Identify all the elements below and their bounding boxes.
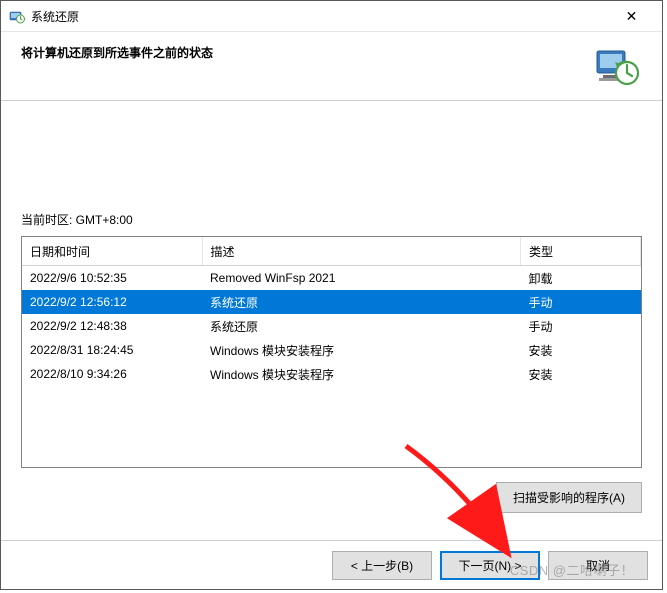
page-heading: 将计算机还原到所选事件之前的状态 — [21, 42, 213, 61]
col-date[interactable]: 日期和时间 — [22, 237, 202, 266]
cell-type: 手动 — [521, 314, 641, 338]
header-area: 将计算机还原到所选事件之前的状态 — [1, 32, 662, 101]
table-row[interactable]: 2022/9/6 10:52:35Removed WinFsp 2021卸载 — [22, 266, 641, 291]
next-label: 下一页(N) > — [458, 557, 521, 574]
cell-type: 安装 — [521, 338, 641, 362]
cell-type: 安装 — [521, 362, 641, 386]
cell-desc: 系统还原 — [202, 314, 521, 338]
window-title: 系统还原 — [31, 8, 79, 25]
close-icon: ✕ — [626, 8, 638, 25]
cell-date: 2022/8/31 18:24:45 — [22, 338, 202, 362]
cancel-label: 取消 — [586, 557, 610, 574]
table-row[interactable]: 2022/9/2 12:48:38系统还原手动 — [22, 314, 641, 338]
system-restore-window: 系统还原 ✕ 将计算机还原到所选事件之前的状态 当前时区: GMT+8:00 — [0, 0, 663, 590]
table-row[interactable]: 2022/8/31 18:24:45Windows 模块安装程序安装 — [22, 338, 641, 362]
cell-date: 2022/9/6 10:52:35 — [22, 266, 202, 291]
cell-date: 2022/8/10 9:34:26 — [22, 362, 202, 386]
cell-desc: Windows 模块安装程序 — [202, 338, 521, 362]
next-button[interactable]: 下一页(N) > — [440, 551, 540, 580]
table-header: 日期和时间 描述 类型 — [22, 237, 641, 266]
restore-large-icon — [592, 42, 642, 92]
restore-points-table[interactable]: 日期和时间 描述 类型 2022/9/6 10:52:35Removed Win… — [21, 236, 642, 468]
footer: < 上一步(B) 下一页(N) > 取消 — [1, 540, 662, 589]
col-desc[interactable]: 描述 — [202, 237, 521, 266]
cancel-button[interactable]: 取消 — [548, 551, 648, 580]
back-button[interactable]: < 上一步(B) — [332, 551, 432, 580]
cell-date: 2022/9/2 12:48:38 — [22, 314, 202, 338]
cell-type: 卸载 — [521, 266, 641, 291]
cell-desc: Removed WinFsp 2021 — [202, 266, 521, 291]
scan-affected-button[interactable]: 扫描受影响的程序(A) — [496, 482, 642, 513]
col-type[interactable]: 类型 — [521, 237, 641, 266]
table-row[interactable]: 2022/8/10 9:34:26Windows 模块安装程序安装 — [22, 362, 641, 386]
table-row[interactable]: 2022/9/2 12:56:12系统还原手动 — [22, 290, 641, 314]
back-label: < 上一步(B) — [351, 557, 413, 574]
cell-desc: Windows 模块安装程序 — [202, 362, 521, 386]
system-restore-icon — [9, 8, 25, 24]
cell-desc: 系统还原 — [202, 290, 521, 314]
close-button[interactable]: ✕ — [609, 2, 654, 30]
titlebar: 系统还原 ✕ — [1, 1, 662, 32]
timezone-label: 当前时区: GMT+8:00 — [21, 211, 642, 228]
cell-type: 手动 — [521, 290, 641, 314]
content-area: 当前时区: GMT+8:00 日期和时间 描述 类型 2022/9/6 10:5… — [1, 101, 662, 540]
scan-affected-label: 扫描受影响的程序(A) — [513, 489, 625, 506]
cell-date: 2022/9/2 12:56:12 — [22, 290, 202, 314]
